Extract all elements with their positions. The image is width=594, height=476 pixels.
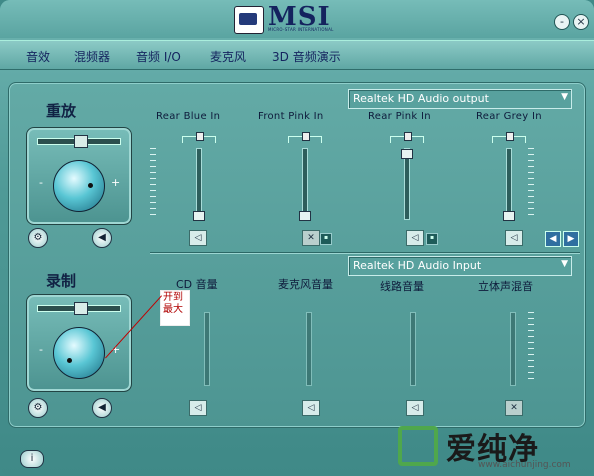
record-mute-stereo-mix[interactable]: ✕ xyxy=(505,400,523,416)
knob-indicator xyxy=(88,183,93,188)
record-label-line: 线路音量 xyxy=(380,280,424,293)
knob-plus-label: + xyxy=(111,176,121,189)
nav-right-icon[interactable]: ▶ xyxy=(563,231,579,247)
jack-indicator-icon: ▪ xyxy=(426,233,438,245)
balance-thumb[interactable] xyxy=(404,132,412,141)
record-slider-stereo-mix[interactable] xyxy=(510,312,516,386)
watermark-logo-icon xyxy=(398,426,438,466)
record-label-mic: 麦克风音量 xyxy=(278,278,333,291)
channel-label-rear-blue: Rear Blue In xyxy=(156,111,221,122)
playback-title: 重放 xyxy=(46,102,77,120)
annotation-line-1: 开到 xyxy=(163,292,183,303)
balance-front-pink[interactable] xyxy=(288,132,322,143)
record-label-stereo-mix: 立体声混音 xyxy=(478,280,533,293)
record-balance-slider[interactable] xyxy=(37,302,121,315)
volume-thumb[interactable] xyxy=(193,211,205,221)
balance-rear-blue[interactable] xyxy=(182,132,216,143)
balance-rear-grey[interactable] xyxy=(492,132,526,143)
dropdown-arrow-icon: ▼ xyxy=(561,92,568,102)
record-volume-box: - + xyxy=(26,294,132,392)
record-device-value: Realtek HD Audio Input xyxy=(353,259,482,272)
menu-bar: 音效 混频器 音频 I/O 麦克风 3D 音频演示 xyxy=(0,40,594,70)
mute-button-front-pink[interactable]: ✕ xyxy=(302,230,320,246)
record-mute-line[interactable]: ◁ xyxy=(406,400,424,416)
volume-slider-front-pink[interactable] xyxy=(299,148,311,221)
annotation-note: 开到 最大 xyxy=(160,290,190,326)
close-button[interactable]: × xyxy=(573,14,589,30)
audio-manager-window: MSI MICRO-STAR INTERNATIONAL - × 音效 混频器 … xyxy=(0,0,594,476)
logo-subtext: MICRO-STAR INTERNATIONAL xyxy=(268,27,334,32)
playback-balance-slider[interactable] xyxy=(37,135,121,148)
msi-emblem-icon xyxy=(234,6,264,34)
menu-3d-demo[interactable]: 3D 音频演示 xyxy=(272,48,341,65)
volume-thumb[interactable] xyxy=(503,211,515,221)
annotation-line-2: 最大 xyxy=(163,304,183,315)
msi-logo: MSI MICRO-STAR INTERNATIONAL xyxy=(234,2,346,34)
settings-icon[interactable]: ⚙ xyxy=(28,228,48,248)
volume-thumb[interactable] xyxy=(299,211,311,221)
watermark: 爱纯净 www.aichunjing.com xyxy=(398,424,588,472)
volume-slider-rear-pink[interactable] xyxy=(401,148,413,220)
dropdown-arrow-icon: ▼ xyxy=(561,259,568,269)
record-slider-cd[interactable] xyxy=(204,312,210,386)
title-bar: MSI MICRO-STAR INTERNATIONAL - × xyxy=(0,0,594,38)
jack-indicator-icon: ▪ xyxy=(320,233,332,245)
knob-indicator xyxy=(67,358,72,363)
volume-slider-rear-blue[interactable] xyxy=(193,148,205,221)
record-title: 录制 xyxy=(46,272,77,290)
mute-button-rear-blue[interactable]: ◁ xyxy=(189,230,207,246)
nav-left-icon[interactable]: ◀ xyxy=(545,231,561,247)
playback-balance-thumb[interactable] xyxy=(74,135,88,148)
channel-label-rear-grey: Rear Grey In xyxy=(476,111,542,122)
level-scale xyxy=(150,148,156,218)
balance-rear-pink[interactable] xyxy=(390,132,424,143)
balance-thumb[interactable] xyxy=(302,132,310,141)
channel-label-rear-pink: Rear Pink In xyxy=(368,111,431,122)
playback-volume-knob[interactable] xyxy=(53,160,105,212)
menu-audio-io[interactable]: 音频 I/O xyxy=(136,48,181,65)
playback-device-select[interactable]: Realtek HD Audio output ▼ xyxy=(348,89,572,109)
settings-icon[interactable]: ⚙ xyxy=(28,398,48,418)
knob-minus-label: - xyxy=(39,343,43,356)
record-mute-cd[interactable]: ◁ xyxy=(189,400,207,416)
minimize-button[interactable]: - xyxy=(554,14,570,30)
record-slider-line[interactable] xyxy=(410,312,416,386)
section-divider xyxy=(150,252,580,254)
info-icon[interactable]: i xyxy=(20,450,44,468)
playback-device-value: Realtek HD Audio output xyxy=(353,92,489,105)
balance-thumb[interactable] xyxy=(196,132,204,141)
volume-thumb[interactable] xyxy=(401,149,413,159)
mute-button-rear-grey[interactable]: ◁ xyxy=(505,230,523,246)
level-scale xyxy=(528,312,534,384)
record-volume-knob[interactable] xyxy=(53,327,105,379)
speaker-icon[interactable]: ◀ xyxy=(92,398,112,418)
knob-minus-label: - xyxy=(39,176,43,189)
volume-slider-rear-grey[interactable] xyxy=(503,148,515,221)
channel-label-front-pink: Front Pink In xyxy=(258,111,324,122)
record-balance-thumb[interactable] xyxy=(74,302,88,315)
watermark-url: www.aichunjing.com xyxy=(478,460,571,470)
record-mute-mic[interactable]: ◁ xyxy=(302,400,320,416)
level-scale xyxy=(528,148,534,218)
playback-volume-box: - + xyxy=(26,127,132,225)
balance-thumb[interactable] xyxy=(506,132,514,141)
menu-mixer[interactable]: 混频器 xyxy=(74,48,110,65)
speaker-icon[interactable]: ◀ xyxy=(92,228,112,248)
menu-microphone[interactable]: 麦克风 xyxy=(210,48,246,65)
menu-sound-effects[interactable]: 音效 xyxy=(26,48,50,65)
record-device-select[interactable]: Realtek HD Audio Input ▼ xyxy=(348,256,572,276)
mute-button-rear-pink[interactable]: ◁ xyxy=(406,230,424,246)
record-slider-mic[interactable] xyxy=(306,312,312,386)
